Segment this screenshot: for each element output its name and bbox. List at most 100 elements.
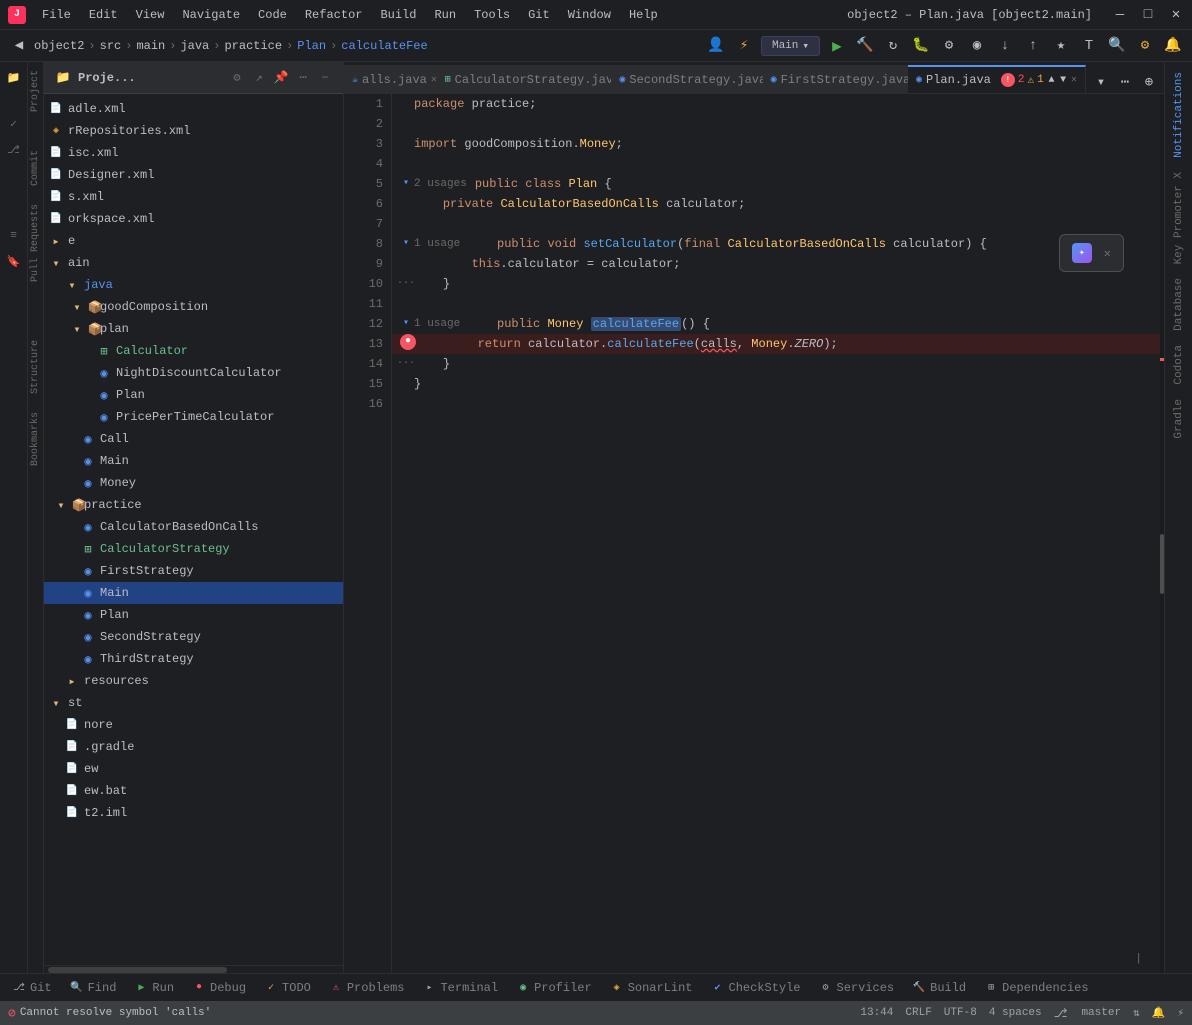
- status-encoding[interactable]: UTF-8: [944, 1007, 977, 1019]
- bottom-tab-sonarlint[interactable]: ◈ SonarLint: [602, 977, 701, 999]
- tree-item-java[interactable]: ▾ java: [44, 274, 343, 296]
- bottom-tab-run[interactable]: ▶ Run: [126, 977, 182, 999]
- vcs-icon[interactable]: ⚡: [733, 35, 755, 57]
- settings-button[interactable]: ⚙: [1134, 35, 1156, 57]
- menu-window[interactable]: Window: [560, 6, 619, 24]
- ai-popup-close-button[interactable]: ✕: [1104, 246, 1111, 261]
- tree-item-e[interactable]: ▸ e: [44, 230, 343, 252]
- vscroll-thumb[interactable]: [1160, 534, 1164, 594]
- tree-item-t2iml[interactable]: 📄 t2.iml: [44, 802, 343, 824]
- breadcrumb-java[interactable]: java: [180, 39, 209, 53]
- status-indent[interactable]: 4 spaces: [989, 1007, 1042, 1019]
- tab-close-plan[interactable]: ✕: [1071, 73, 1077, 87]
- menu-tools[interactable]: Tools: [466, 6, 518, 24]
- structure-tool-button[interactable]: ≡: [2, 224, 26, 248]
- fold-10[interactable]: ···: [400, 274, 412, 294]
- tree-item-plan-class[interactable]: ◉ Plan: [44, 384, 343, 406]
- panel-minimize-icon[interactable]: −: [315, 68, 335, 88]
- breadcrumb-main[interactable]: main: [136, 39, 165, 53]
- bookmark-button[interactable]: ★: [1050, 35, 1072, 57]
- status-branch[interactable]: master: [1081, 1007, 1121, 1019]
- back-button[interactable]: ◀: [8, 35, 30, 57]
- breadcrumb-calculateFee[interactable]: calculateFee: [341, 39, 427, 53]
- tree-item-nore[interactable]: 📄 nore: [44, 714, 343, 736]
- project-tool-button[interactable]: 📁: [2, 66, 26, 90]
- tree-item-adle[interactable]: 📄 adle.xml: [44, 98, 343, 120]
- project-label[interactable]: Project: [28, 66, 43, 116]
- tree-item-plan-folder[interactable]: ▾ 📦 plan: [44, 318, 343, 340]
- codota-tool[interactable]: Codota: [1169, 339, 1189, 391]
- panel-settings-icon[interactable]: ⚙: [227, 68, 247, 88]
- search-everywhere-icon[interactable]: 👤: [705, 35, 727, 57]
- fold-8[interactable]: ▾: [400, 234, 412, 254]
- menu-navigate[interactable]: Navigate: [174, 6, 248, 24]
- bottom-tab-find[interactable]: 🔍 Find: [62, 977, 125, 999]
- tree-item-secondstrategy[interactable]: ◉ SecondStrategy: [44, 626, 343, 648]
- translate-button[interactable]: T: [1078, 35, 1100, 57]
- bookmarks-tool-button[interactable]: 🔖: [2, 250, 26, 274]
- tree-item-orkspace[interactable]: 📄 orkspace.xml: [44, 208, 343, 230]
- commit-label[interactable]: Commit: [28, 146, 43, 190]
- commit-tool-button[interactable]: ✓: [2, 112, 26, 136]
- scroll-down-icon[interactable]: ▼: [1059, 69, 1067, 91]
- tab-list-icon[interactable]: ▾: [1090, 71, 1112, 93]
- run-button[interactable]: ▶: [826, 35, 848, 57]
- bottom-tab-todo[interactable]: ✓ TODO: [256, 977, 319, 999]
- menu-help[interactable]: Help: [621, 6, 666, 24]
- menu-view[interactable]: View: [128, 6, 173, 24]
- maximize-button[interactable]: □: [1140, 7, 1156, 23]
- tree-item-goodcomposition[interactable]: ▾ 📦 goodComposition: [44, 296, 343, 318]
- bottom-tab-services[interactable]: ⚙ Services: [811, 977, 903, 999]
- menu-code[interactable]: Code: [250, 6, 295, 24]
- gradle-tool[interactable]: Gradle: [1169, 393, 1189, 445]
- tree-item-money[interactable]: ◉ Money: [44, 472, 343, 494]
- code-content[interactable]: ▸ package practice; ▸ ▸ import goodCompo…: [392, 94, 1164, 973]
- tree-item-nightdiscount[interactable]: ◉ NightDiscountCalculator: [44, 362, 343, 384]
- tab-split-icon[interactable]: ⊕: [1138, 71, 1160, 93]
- tree-item-plan2[interactable]: ◉ Plan: [44, 604, 343, 626]
- tree-item-ewbat[interactable]: 📄 ew.bat: [44, 780, 343, 802]
- tree-item-practice-package[interactable]: ▾ 📦 practice: [44, 494, 343, 516]
- build-button[interactable]: 🔨: [854, 35, 876, 57]
- bottom-tab-git[interactable]: ⎇ Git: [4, 977, 60, 999]
- tree-item-st[interactable]: ▾ st: [44, 692, 343, 714]
- menu-refactor[interactable]: Refactor: [297, 6, 371, 24]
- status-power-icon[interactable]: ⚡: [1177, 1006, 1184, 1020]
- status-position[interactable]: 13:44: [860, 1007, 893, 1019]
- tree-item-resources[interactable]: ▸ resources: [44, 670, 343, 692]
- tab-secondstrategy[interactable]: ◉ SecondStrategy.java ✕: [611, 65, 762, 93]
- tree-item-main-selected[interactable]: ◉ Main: [44, 582, 343, 604]
- tree-item-thirdstrategy[interactable]: ◉ ThirdStrategy: [44, 648, 343, 670]
- bottom-tab-checkstyle[interactable]: ✔ CheckStyle: [703, 977, 809, 999]
- menu-git[interactable]: Git: [520, 6, 558, 24]
- tree-item-calculator[interactable]: ⊞ Calculator: [44, 340, 343, 362]
- bottom-tab-build[interactable]: 🔨 Build: [904, 977, 974, 999]
- breadcrumb-src[interactable]: src: [100, 39, 122, 53]
- tree-item-ain[interactable]: ▾ ain: [44, 252, 343, 274]
- bottom-tab-problems[interactable]: ⚠ Problems: [321, 977, 413, 999]
- status-sync-icon[interactable]: ⇅: [1133, 1006, 1140, 1020]
- tree-item-designer[interactable]: 📄 Designer.xml: [44, 164, 343, 186]
- pull-requests-label[interactable]: Pull Requests: [28, 200, 43, 286]
- git-update-button[interactable]: ↓: [994, 35, 1016, 57]
- tree-item-rrepositories[interactable]: ◈ rRepositories.xml: [44, 120, 343, 142]
- main-config-button[interactable]: Main ▾: [761, 36, 820, 56]
- panel-external-icon[interactable]: ↗: [249, 68, 269, 88]
- tree-item-ew[interactable]: 📄 ew: [44, 758, 343, 780]
- bookmarks-label[interactable]: Bookmarks: [28, 408, 43, 470]
- tree-item-calculatorstrategy[interactable]: ⊞ CalculatorStrategy: [44, 538, 343, 560]
- tab-plan[interactable]: ◉ Plan.java ! 2 ⚠ 1 ▲ ▼ ✕: [908, 65, 1086, 93]
- menu-build[interactable]: Build: [372, 6, 424, 24]
- breadcrumb-project[interactable]: object2: [34, 39, 84, 53]
- tree-item-firststrategy[interactable]: ◉ FirstStrategy: [44, 560, 343, 582]
- tab-more-icon[interactable]: ⋯: [1114, 71, 1136, 93]
- fold-12[interactable]: ▾: [400, 314, 412, 334]
- tab-calls[interactable]: ☕ alls.java ✕: [344, 65, 437, 93]
- status-line-ending[interactable]: CRLF: [905, 1007, 931, 1019]
- menu-file[interactable]: File: [34, 6, 79, 24]
- fold-5[interactable]: ▾: [400, 174, 412, 194]
- git-push-button[interactable]: ↑: [1022, 35, 1044, 57]
- pull-requests-tool-button[interactable]: ⎇: [2, 138, 26, 162]
- profiler-button[interactable]: ◉: [966, 35, 988, 57]
- tab-firststrategy[interactable]: ◉ FirstStrategy.java ✕: [763, 65, 908, 93]
